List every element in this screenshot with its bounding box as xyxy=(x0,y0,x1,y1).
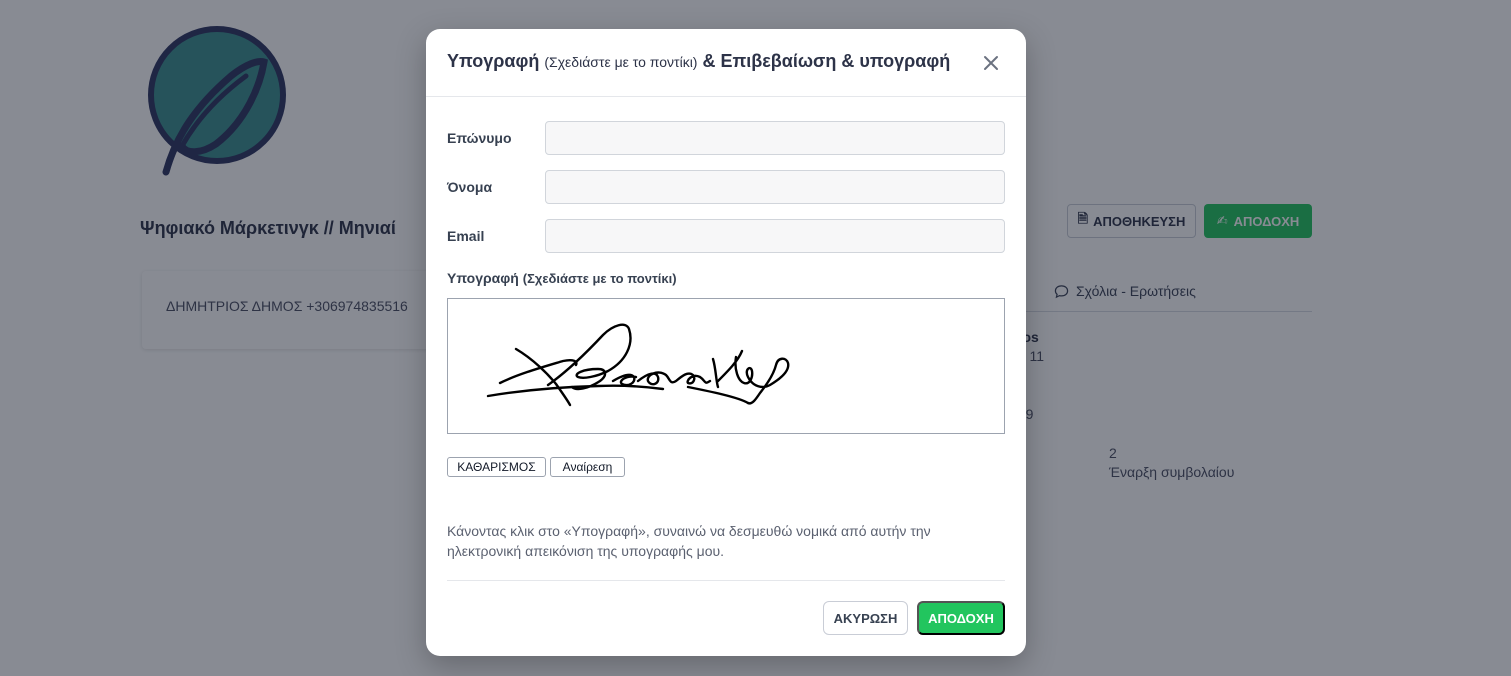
surname-field[interactable] xyxy=(545,121,1005,155)
modal-title-hint: (Σχεδιάστε με το ποντίκι) xyxy=(544,54,698,70)
signature-label-hint: (Σχεδιάστε με το ποντίκι) xyxy=(522,271,677,286)
firstname-label: Όνομα xyxy=(447,179,493,195)
clear-signature-button[interactable]: ΚΑΘΑΡΙΣΜΟΣ xyxy=(447,457,546,477)
modal-header: Υπογραφή (Σχεδιάστε με το ποντίκι) & Επι… xyxy=(426,29,1026,97)
accept-button[interactable]: ΑΠΟΔΟΧΗ xyxy=(917,601,1005,635)
modal-title: Υπογραφή (Σχεδιάστε με το ποντίκι) & Επι… xyxy=(447,51,950,72)
signature-drawing xyxy=(486,323,790,407)
firstname-field[interactable] xyxy=(545,170,1005,204)
signature-pad[interactable] xyxy=(447,298,1005,434)
close-icon[interactable] xyxy=(981,53,1001,73)
email-field[interactable] xyxy=(545,219,1005,253)
modal-title-rest: & Επιβεβαίωση & υπογραφή xyxy=(702,51,951,71)
surname-label: Επώνυμο xyxy=(447,130,512,146)
footer-divider xyxy=(447,580,1005,581)
consent-text: Κάνοντας κλικ στο «Υπογραφή», συναινώ να… xyxy=(447,523,931,559)
cancel-button[interactable]: ΑΚΥΡΩΣΗ xyxy=(823,601,908,635)
undo-button[interactable]: Αναίρεση xyxy=(550,457,625,477)
signature-label-main: Υπογραφή xyxy=(447,270,519,286)
signature-modal: Υπογραφή (Σχεδιάστε με το ποντίκι) & Επι… xyxy=(426,29,1026,656)
signature-label: Υπογραφή (Σχεδιάστε με το ποντίκι) xyxy=(447,270,677,286)
email-label: Email xyxy=(447,228,485,244)
modal-title-main: Υπογραφή xyxy=(447,51,540,71)
